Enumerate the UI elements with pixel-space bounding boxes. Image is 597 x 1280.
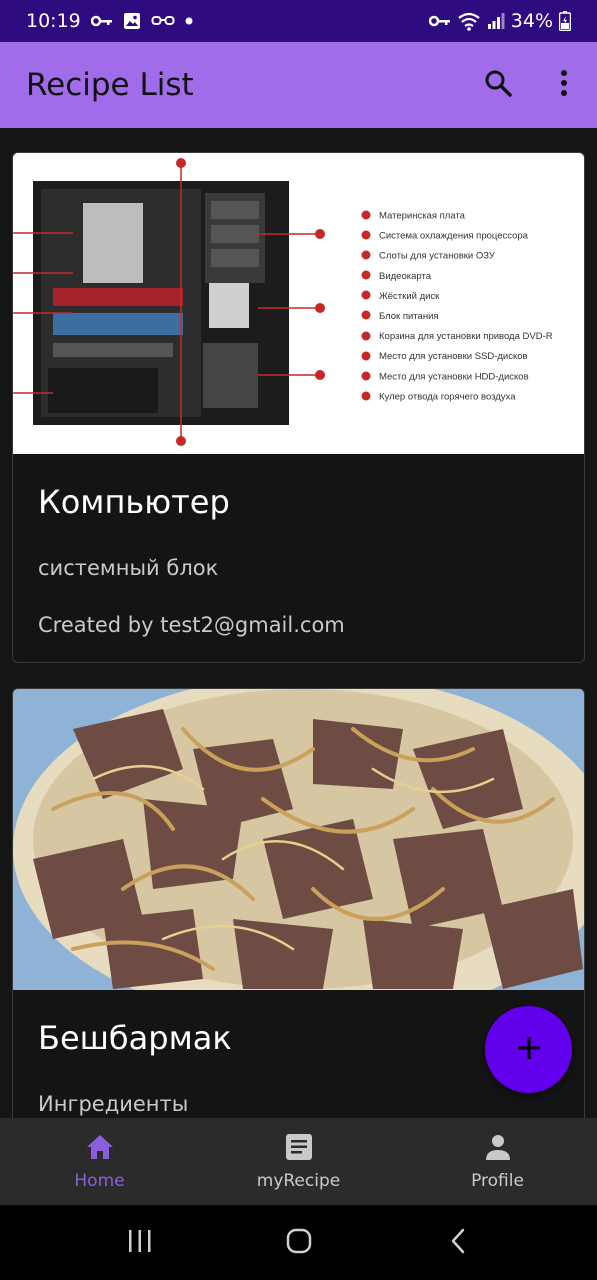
bottom-navigation: Home myRecipe Profile [0,1118,597,1205]
app-title: Recipe List [26,67,194,103]
image-legend-item: Материнская плата [379,211,466,222]
home-system-button[interactable] [269,1213,329,1273]
nav-item-myrecipe[interactable]: myRecipe [199,1118,398,1205]
image-icon [123,12,141,30]
key-icon [428,14,451,28]
battery-icon [559,11,571,31]
back-chevron-icon [449,1228,467,1258]
key-icon [90,14,113,28]
image-legend-item: Место для установки HDD-дисков [379,371,529,382]
nav-label-myrecipe: myRecipe [256,1170,341,1191]
more-vert-icon [560,69,568,101]
nav-label-home: Home [74,1170,125,1191]
recipe-list[interactable]: Материнская плата Система охлаждения проц… [0,128,597,1118]
status-time: 10:19 [26,10,81,32]
recipe-title: Бешбармак [38,1019,232,1057]
battery-level: 34% [510,10,553,32]
recipe-description: Ингредиенты [38,1092,189,1116]
recipe-card[interactable]: Материнская плата Система охлаждения проц… [12,152,585,663]
search-button[interactable] [465,52,531,118]
person-icon [484,1133,512,1165]
recipe-image [13,689,584,990]
nav-item-profile[interactable]: Profile [398,1118,597,1205]
recent-apps-button[interactable] [110,1213,170,1273]
back-button[interactable] [428,1213,488,1273]
add-recipe-button[interactable] [485,1006,572,1093]
image-legend-item: Жёсткий диск [379,291,440,302]
glasses-icon [151,15,175,27]
image-legend-item: Блок питания [379,311,439,322]
recent-apps-icon [127,1229,153,1257]
image-legend-item: Кулер отвода горячего воздуха [379,391,516,402]
more-options-button[interactable] [531,52,597,118]
article-icon [285,1133,313,1165]
image-legend-item: Слоты для установки ОЗУ [379,251,496,262]
app-bar: Recipe List [0,42,597,128]
recipe-image: Материнская плата Система охлаждения проц… [13,153,584,454]
recipe-author: Created by test2@gmail.com [38,613,345,637]
nav-label-profile: Profile [471,1170,524,1191]
wifi-icon [457,11,481,31]
home-circle-icon [286,1228,312,1258]
nav-item-home[interactable]: Home [0,1118,199,1205]
add-icon [516,1035,542,1065]
recipe-title: Компьютер [38,483,230,521]
recipe-description: системный блок [38,556,219,580]
image-legend-item: Видеокарта [379,271,432,282]
notification-dot-icon [185,17,193,25]
system-navigation-bar [0,1205,597,1280]
status-bar: 10:19 34% [0,0,597,42]
home-icon [85,1133,115,1165]
image-legend-item: Место для установки SSD-дисков [379,351,528,362]
search-icon [483,68,513,102]
image-legend-item: Система охлаждения процессора [379,231,529,242]
signal-icon [487,12,505,30]
image-legend-item: Корзина для установки привода DVD-R [379,331,553,342]
